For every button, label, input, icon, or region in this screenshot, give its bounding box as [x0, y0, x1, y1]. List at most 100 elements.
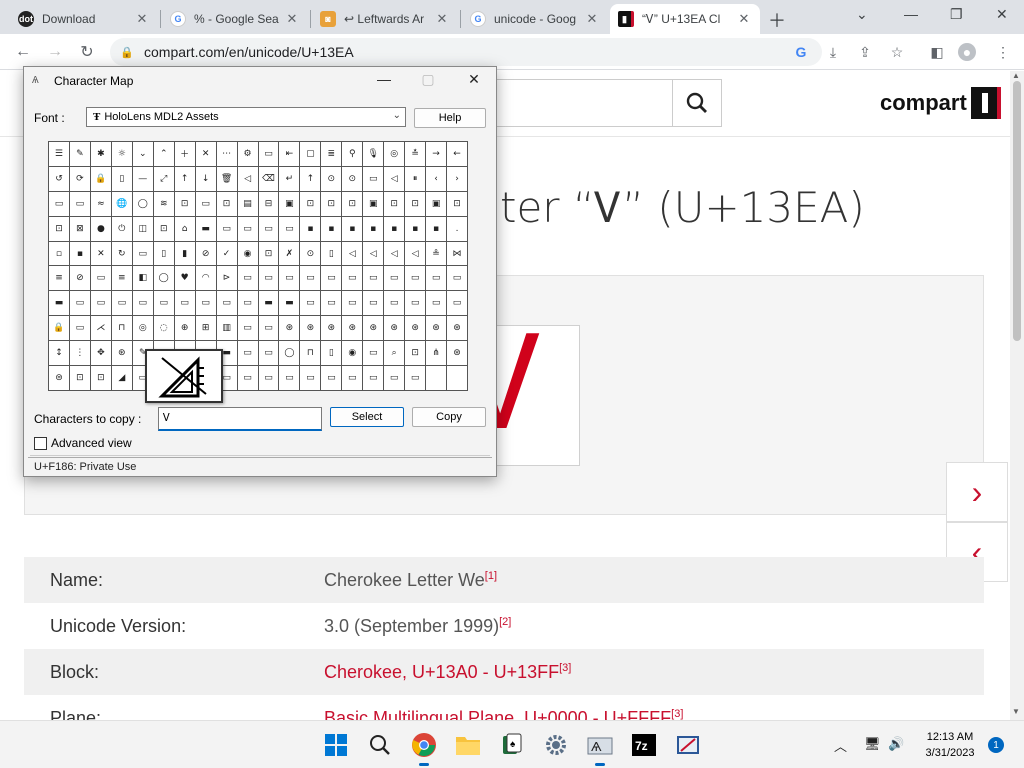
- charmap-close-icon[interactable]: ✕: [454, 71, 494, 91]
- settings-gear-icon[interactable]: [542, 731, 570, 759]
- tab-search-chevron-icon[interactable]: ⌄: [856, 6, 868, 23]
- character-cell[interactable]: ▥: [216, 316, 238, 342]
- character-cell[interactable]: ⊟: [258, 191, 280, 217]
- character-cell[interactable]: ›: [447, 166, 468, 192]
- character-cell[interactable]: ◯: [132, 191, 154, 217]
- character-cell[interactable]: ⊡: [69, 366, 91, 391]
- help-button[interactable]: Help: [414, 108, 486, 128]
- character-cell[interactable]: ▣: [279, 191, 301, 217]
- character-cell[interactable]: ▪: [405, 216, 427, 242]
- character-cell[interactable]: ▯: [321, 341, 343, 367]
- character-cell[interactable]: ▭: [258, 366, 280, 391]
- character-cell[interactable]: ⌃: [153, 142, 175, 167]
- character-cell[interactable]: 🔒: [49, 316, 70, 342]
- character-cell[interactable]: ▭: [300, 266, 322, 292]
- minimize-icon[interactable]: —: [904, 6, 918, 22]
- character-cell[interactable]: ≡: [49, 266, 70, 292]
- character-cell[interactable]: ▪: [342, 216, 364, 242]
- character-cell[interactable]: ⊡: [321, 191, 343, 217]
- character-cell[interactable]: ▢: [300, 142, 322, 167]
- character-cell[interactable]: ▯: [111, 166, 133, 192]
- character-cell[interactable]: ◠: [195, 266, 217, 292]
- character-cell[interactable]: ⊛: [279, 316, 301, 342]
- character-cell[interactable]: ⊡: [405, 341, 427, 367]
- character-cell[interactable]: ✥: [90, 341, 112, 367]
- character-cell[interactable]: ✕: [195, 142, 217, 167]
- character-cell[interactable]: ▭: [321, 266, 343, 292]
- reference-link[interactable]: [3]: [559, 662, 571, 674]
- character-cell[interactable]: ▭: [237, 291, 259, 317]
- character-cell[interactable]: ↑: [300, 166, 322, 192]
- character-cell[interactable]: ▭: [426, 266, 448, 292]
- character-cell[interactable]: ▭: [279, 216, 301, 242]
- character-cell[interactable]: ▭: [342, 266, 364, 292]
- character-cell[interactable]: ▭: [237, 266, 259, 292]
- character-cell[interactable]: ✓: [216, 241, 238, 267]
- character-cell[interactable]: ♥: [174, 266, 196, 292]
- character-cell[interactable]: ⊛: [300, 316, 322, 342]
- side-panel-icon[interactable]: ◧: [928, 43, 946, 61]
- character-cell[interactable]: ▭: [90, 291, 112, 317]
- character-cell[interactable]: ▭: [237, 316, 259, 342]
- new-tab-icon[interactable]: ＋: [768, 7, 786, 33]
- scroll-down-icon[interactable]: ▼: [1012, 707, 1020, 716]
- character-cell[interactable]: ▬: [258, 291, 280, 317]
- character-cell[interactable]: ◁: [405, 241, 427, 267]
- character-cell[interactable]: ▭: [321, 366, 343, 391]
- tab-unicode-google[interactable]: G unicode - Goog ✕: [462, 4, 608, 34]
- character-cell[interactable]: ⊜: [49, 366, 70, 391]
- character-cell[interactable]: ▭: [300, 366, 322, 391]
- show-hidden-icons-chevron-icon[interactable]: ︿: [834, 736, 847, 755]
- character-cell[interactable]: ‹: [426, 166, 448, 192]
- character-cell[interactable]: ▪: [426, 216, 448, 242]
- character-cell[interactable]: ⊛: [384, 316, 406, 342]
- character-cell[interactable]: ≡: [111, 266, 133, 292]
- character-cell[interactable]: [447, 366, 468, 391]
- start-windows-icon[interactable]: [322, 731, 350, 759]
- search-icon[interactable]: [366, 731, 394, 759]
- character-cell[interactable]: ▭: [237, 216, 259, 242]
- character-cell[interactable]: ▭: [363, 266, 385, 292]
- character-cell[interactable]: ⊘: [195, 241, 217, 267]
- character-cell[interactable]: ▭: [405, 291, 427, 317]
- character-map-taskbar-icon[interactable]: Ѧ: [586, 731, 614, 766]
- character-cell[interactable]: ▪: [300, 216, 322, 242]
- character-cell[interactable]: ⊡: [49, 216, 70, 242]
- character-cell[interactable]: ●: [90, 216, 112, 242]
- copy-button[interactable]: Copy: [412, 407, 486, 427]
- character-cell[interactable]: ▭: [279, 366, 301, 391]
- character-cell[interactable]: ▭: [447, 291, 468, 317]
- character-cell[interactable]: ▭: [405, 366, 427, 391]
- character-cell[interactable]: →: [426, 142, 448, 167]
- character-cell[interactable]: ⋈: [447, 241, 468, 267]
- character-cell[interactable]: ☰: [49, 142, 70, 167]
- charmap-minimize-icon[interactable]: —: [364, 71, 404, 91]
- character-cell[interactable]: ▭: [405, 266, 427, 292]
- character-cell[interactable]: ▭: [237, 366, 259, 391]
- 7zip-icon[interactable]: 7z: [630, 731, 658, 759]
- character-cell[interactable]: ◧: [132, 266, 154, 292]
- character-cell[interactable]: ▭: [363, 166, 385, 192]
- character-cell[interactable]: ←: [447, 142, 468, 167]
- character-cell[interactable]: .: [447, 216, 468, 242]
- character-cell[interactable]: ⚙: [237, 142, 259, 167]
- characters-to-copy-input[interactable]: Ꮩ: [158, 407, 322, 431]
- compart-logo[interactable]: compart: [880, 87, 1001, 119]
- character-cell[interactable]: ▬: [49, 291, 70, 317]
- character-cell[interactable]: ⌄: [132, 142, 154, 167]
- character-cell[interactable]: ▭: [258, 216, 280, 242]
- system-clock[interactable]: 12:13 AM 3/31/2023: [918, 729, 982, 761]
- character-cell[interactable]: ⊡: [216, 191, 238, 217]
- character-cell[interactable]: ▯: [153, 241, 175, 267]
- character-cell[interactable]: ▪: [363, 216, 385, 242]
- character-grid[interactable]: ☰ ✎ ✱ ☼ ⌄ ⌃ ＋ ✕ ⋯ ⚙ ▭ ⇤ ▢ ≣ ⚲ 🎙 ◎ ≛ → ← ↺ ⟳ 🔒 ▯ — ⤢ ↑ ↓ 🗑 ◁ ⌫ ↵ ↑ ⊙ ⊙ ▭ ◁ ⏸ ‹ ›…: [48, 141, 468, 391]
- checkbox-box[interactable]: [34, 436, 47, 450]
- character-cell[interactable]: ⌫: [258, 166, 280, 192]
- character-cell[interactable]: ⊛: [405, 316, 427, 342]
- character-cell[interactable]: ▭: [216, 291, 238, 317]
- character-cell[interactable]: ▭: [153, 291, 175, 317]
- character-cell[interactable]: ▭: [237, 341, 259, 367]
- character-cell[interactable]: ⊛: [447, 341, 468, 367]
- character-cell[interactable]: ▭: [258, 316, 280, 342]
- bookmark-star-icon[interactable]: ☆: [888, 43, 906, 61]
